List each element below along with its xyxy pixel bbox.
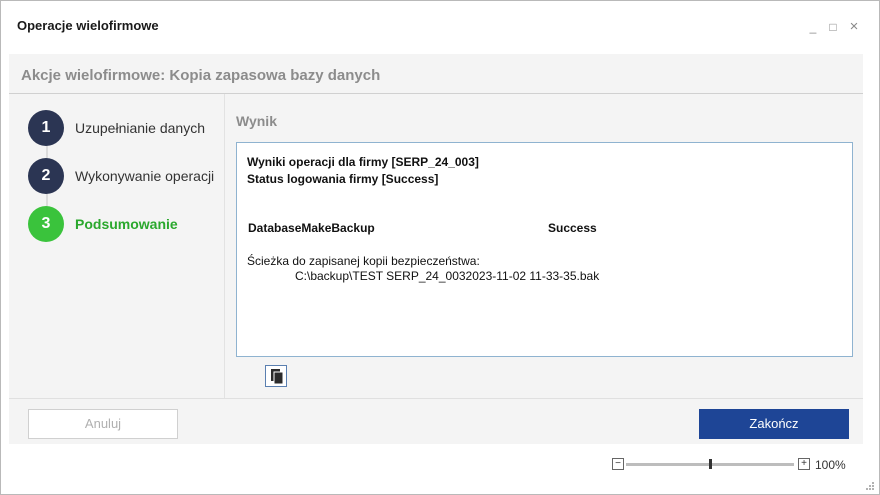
zoom-level: 100% (815, 458, 846, 472)
result-company-line: Wyniki operacji dla firmy [SERP_24_003] (247, 155, 479, 169)
close-button[interactable]: × (846, 19, 862, 35)
operation-name: DatabaseMakeBackup (248, 221, 375, 235)
dialog-window: Operacje wielofirmowe _ □ × Akcje wielof… (0, 0, 880, 495)
panel-header: Akcje wielofirmowe: Kopia zapasowa bazy … (9, 54, 863, 94)
step-2: 2 Wykonywanie operacji (28, 158, 228, 194)
step-1: 1 Uzupełnianie danych (28, 110, 228, 146)
wizard-panel: Akcje wielofirmowe: Kopia zapasowa bazy … (9, 54, 863, 444)
step-1-label: Uzupełnianie danych (75, 120, 205, 136)
zoom-slider[interactable] (626, 459, 794, 469)
zoom-control: − + 100% (612, 458, 852, 474)
zoom-in-button[interactable]: + (798, 458, 810, 470)
wizard-steps: 1 Uzupełnianie danych 2 Wykonywanie oper… (9, 94, 225, 399)
title-bar: Operacje wielofirmowe _ □ × (1, 1, 879, 51)
step-3-number: 3 (28, 206, 64, 242)
step-3-label: Podsumowanie (75, 216, 178, 232)
finish-button[interactable]: Zakończ (699, 409, 849, 439)
zoom-slider-thumb[interactable] (709, 459, 712, 469)
copy-button[interactable] (265, 365, 287, 387)
minimize-button[interactable]: _ (805, 19, 821, 35)
result-section-label: Wynik (236, 113, 277, 129)
result-login-status-line: Status logowania firmy [Success] (247, 172, 439, 186)
footer-divider (9, 398, 863, 399)
page-title: Akcje wielofirmowe: Kopia zapasowa bazy … (21, 67, 381, 84)
backup-path-value: C:\backup\TEST SERP_24_0032023-11-02 11-… (295, 269, 600, 283)
result-textbox[interactable]: Wyniki operacji dla firmy [SERP_24_003] … (236, 142, 853, 357)
window-title: Operacje wielofirmowe (17, 18, 159, 33)
cancel-button[interactable]: Anuluj (28, 409, 178, 439)
step-2-label: Wykonywanie operacji (75, 168, 215, 184)
step-3: 3 Podsumowanie (28, 206, 228, 242)
zoom-out-button[interactable]: − (612, 458, 624, 470)
operation-status: Success (548, 221, 597, 235)
step-1-number: 1 (28, 110, 64, 146)
maximize-button[interactable]: □ (825, 19, 841, 35)
step-2-number: 2 (28, 158, 64, 194)
copy-icon (271, 369, 284, 385)
resize-grip-icon[interactable] (865, 481, 875, 491)
backup-path-label: Ścieżka do zapisanej kopii bezpieczeństw… (247, 254, 480, 268)
